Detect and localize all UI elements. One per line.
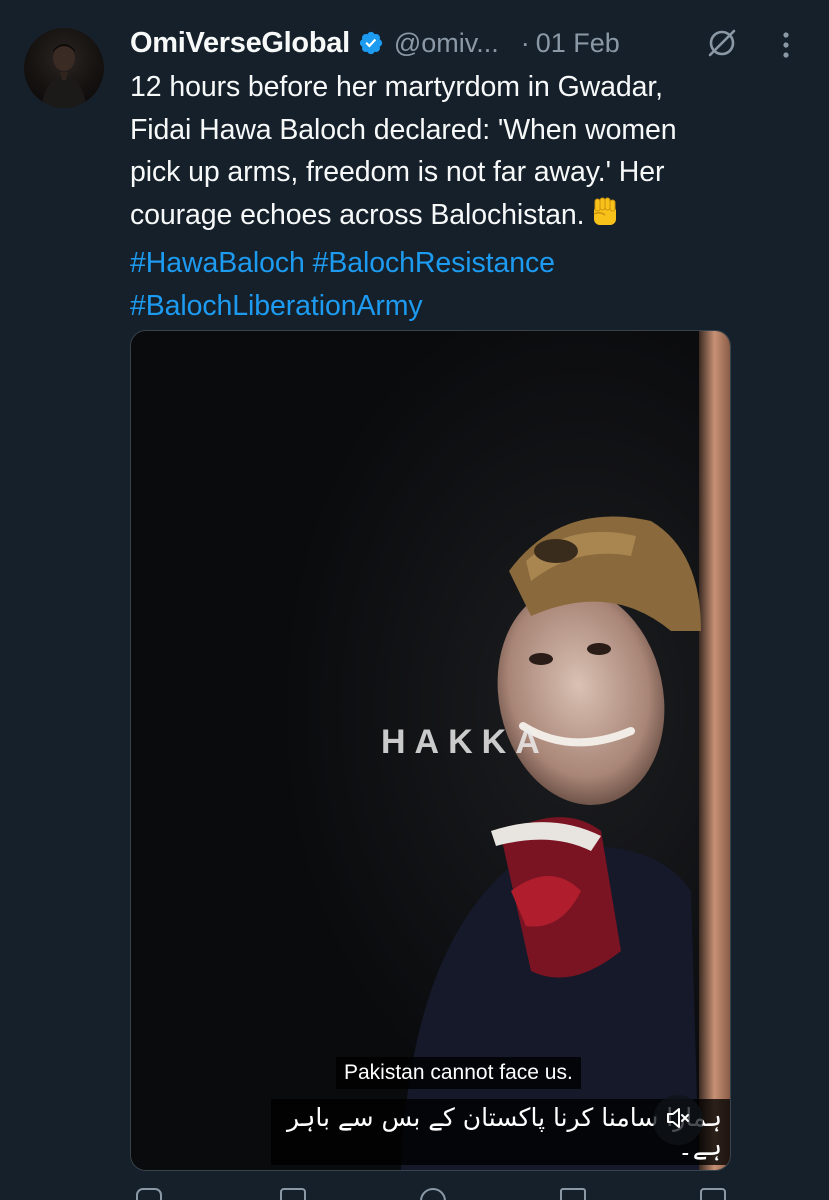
tweet-text-line: Fidai Hawa Baloch declared: 'When women [130,113,677,146]
avatar-image [42,44,86,108]
tweet-text-line: 12 hours before her martyrdom in Gwadar, [130,71,664,103]
hashtag-link[interactable]: #BalochLiberationArmy [130,290,423,322]
video-player[interactable]: HAKKA Pakistan cannot face us. ہمارا سام… [130,330,731,1171]
grok-icon[interactable] [705,26,739,60]
author-avatar[interactable] [24,28,104,108]
like-icon[interactable] [420,1188,446,1200]
video-subtitle-english: Pakistan cannot face us. [336,1057,581,1089]
hashtag-line: #HawaBaloch #BalochResistance [130,242,810,285]
raised-fist-emoji [588,196,622,243]
author-name[interactable]: OmiVerseGlobal [130,27,350,60]
tweet-action-bar [130,1188,730,1200]
hashtag-link[interactable]: #HawaBaloch [130,247,305,279]
views-icon[interactable] [560,1188,586,1200]
reply-icon[interactable] [136,1188,162,1200]
tweet-header: OmiVerseGlobal @omiv... · 01 Feb [130,24,820,62]
unmute-button[interactable] [653,1095,703,1145]
hashtag-line: #BalochLiberationArmy [130,285,810,328]
tweet-text-line-with-emoji: courage echoes across Balochistan. [130,194,810,243]
tweet-text: 12 hours before her martyrdom in Gwadar,… [130,66,810,327]
retweet-icon[interactable] [280,1188,306,1200]
header-separator: · [520,27,530,58]
more-vertical-icon[interactable] [780,30,792,60]
video-watermark: HAKKA [381,723,549,761]
tweet-text-line: pick up arms, freedom is not far away.' … [130,156,665,188]
muted-speaker-icon [665,1105,691,1136]
share-icon[interactable] [700,1188,726,1200]
verified-badge-icon [358,30,384,56]
hashtag-link[interactable]: #BalochResistance [313,247,555,279]
author-handle[interactable]: @omiv... [394,28,499,59]
tweet-text-segment: courage echoes across Balochistan. [130,198,585,231]
tweet-date[interactable]: 01 Feb [536,28,620,59]
